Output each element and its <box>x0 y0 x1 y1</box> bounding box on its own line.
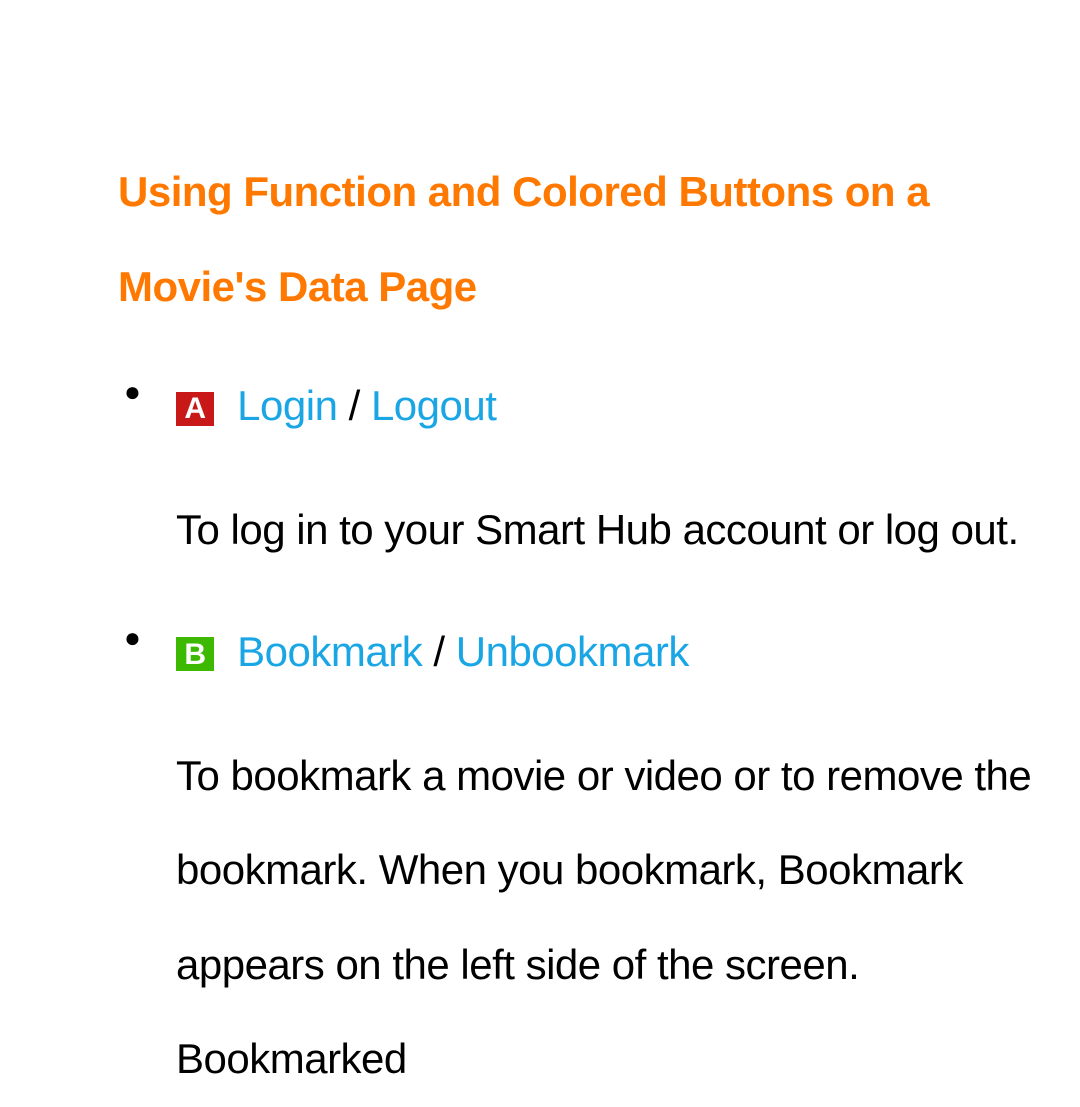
logout-action: Logout <box>371 382 496 429</box>
list-item: B Bookmark / Unbookmark To bookmark a mo… <box>118 620 1042 1107</box>
separator: / <box>422 628 456 675</box>
b-button-icon: B <box>176 637 214 671</box>
item-header: A Login / Logout <box>176 374 1042 437</box>
separator: / <box>337 382 371 429</box>
section-heading: Using Function and Colored Buttons on a … <box>118 145 1042 334</box>
unbookmark-action: Unbookmark <box>456 628 689 675</box>
button-list: A Login / Logout To log in to your Smart… <box>118 374 1042 1107</box>
list-item: A Login / Logout To log in to your Smart… <box>118 374 1042 578</box>
item-header: B Bookmark / Unbookmark <box>176 620 1042 683</box>
bookmark-action: Bookmark <box>237 628 422 675</box>
a-button-icon: A <box>176 392 214 426</box>
login-action: Login <box>237 382 337 429</box>
item-description: To bookmark a movie or video or to remov… <box>176 729 1042 1107</box>
item-description: To log in to your Smart Hub account or l… <box>176 483 1042 578</box>
